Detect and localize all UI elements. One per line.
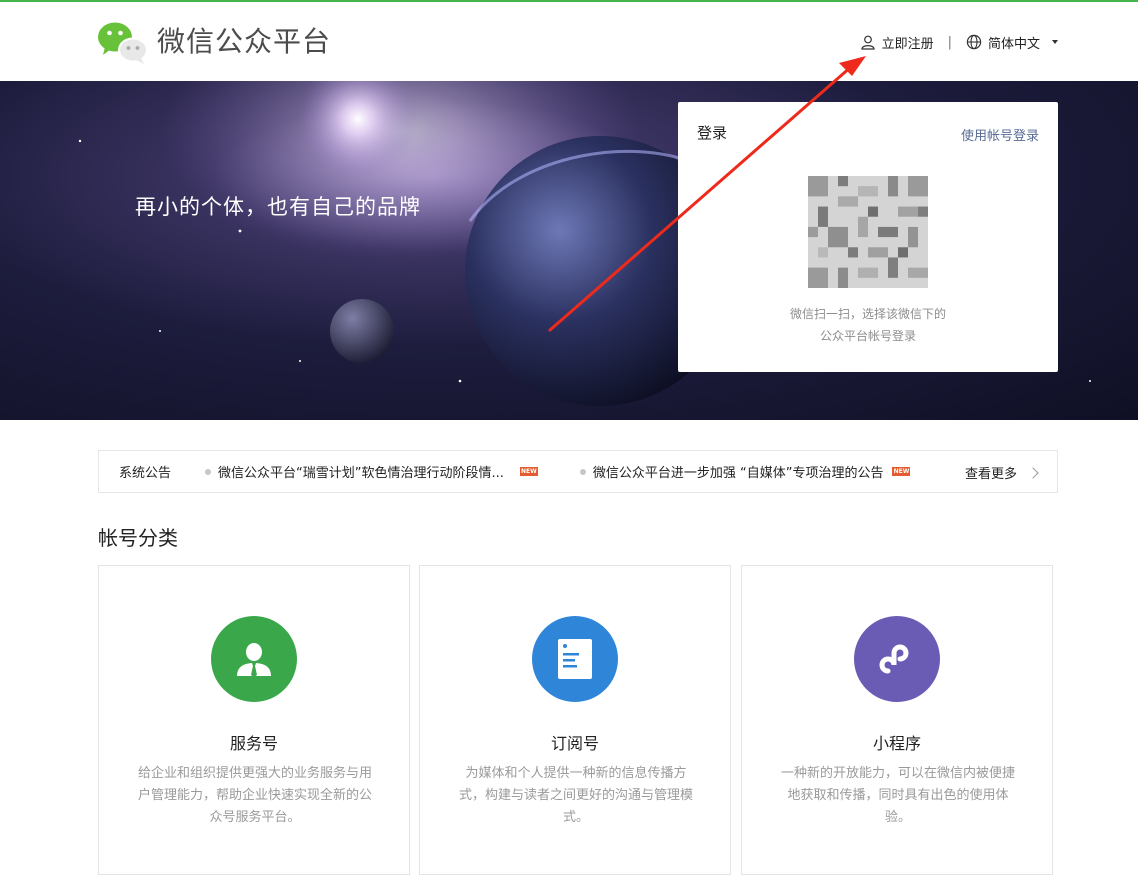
service-account-icon	[211, 616, 297, 702]
wechat-logo-icon	[98, 22, 148, 64]
globe-icon	[966, 34, 982, 50]
bullet-dot-icon	[579, 468, 586, 475]
view-more-label: 查看更多	[964, 467, 1017, 482]
new-badge: NEW	[519, 467, 538, 476]
qr-code[interactable]	[808, 176, 928, 288]
language-label: 简体中文	[987, 36, 1040, 52]
login-title: 登录	[697, 124, 728, 142]
login-panel: 登录 使用帐号登录 微信扫一扫，选择该微信下的 公众平台帐号登录	[678, 102, 1058, 372]
brand-title: 微信公众平台	[157, 25, 332, 58]
header: 微信公众平台 立即注册 | 简体中文	[0, 2, 1138, 81]
user-icon	[860, 35, 875, 50]
card-description: 给企业和组织提供更强大的业务服务与用户管理能力，帮助企业快速实现全新的公众号服务…	[137, 766, 372, 825]
notice-bar: 系统公告 微信公众平台“瑞雪计划”软色情治理行动阶段情... NEW 微信公众平…	[98, 450, 1058, 493]
section-title: 帐号分类	[98, 526, 178, 550]
register-label: 立即注册	[881, 36, 934, 52]
qr-tip-line1: 微信扫一扫，选择该微信下的	[789, 307, 946, 321]
nav-separator: |	[947, 34, 952, 50]
caret-down-icon	[1052, 40, 1058, 44]
notice-item[interactable]: 微信公众平台进一步加强 “自媒体”专项治理的公告 NEW	[579, 462, 911, 481]
card-description: 为媒体和个人提供一种新的信息传播方式，构建与读者之间更好的沟通与管理模式。	[458, 766, 693, 825]
notice-text: 微信公众平台进一步加强 “自媒体”专项治理的公告	[592, 466, 884, 481]
qr-instructions: 微信扫一扫，选择该微信下的 公众平台帐号登录	[678, 303, 1058, 347]
category-card-miniprogram[interactable]: 小程序 一种新的开放能力，可以在微信内被便捷地获取和传播，同时具有出色的使用体验…	[741, 565, 1053, 875]
qr-tip-line2: 公众平台帐号登录	[819, 329, 916, 343]
view-more-link[interactable]: 查看更多	[964, 463, 1039, 482]
banner-slogan: 再小的个体，也有自己的品牌	[135, 195, 421, 219]
card-description: 一种新的开放能力，可以在微信内被便捷地获取和传播，同时具有出色的使用体验。	[780, 766, 1015, 825]
account-login-link[interactable]: 使用帐号登录	[961, 125, 1039, 144]
language-selector[interactable]: 简体中文	[966, 33, 1058, 52]
notice-text: 微信公众平台“瑞雪计划”软色情治理行动阶段情...	[218, 466, 504, 481]
card-title: 服务号	[229, 734, 278, 753]
category-card-subscription[interactable]: 订阅号 为媒体和个人提供一种新的信息传播方式，构建与读者之间更好的沟通与管理模式…	[419, 565, 731, 875]
register-link[interactable]: 立即注册	[860, 33, 934, 52]
header-nav: 立即注册 | 简体中文	[860, 30, 1058, 54]
category-card-service[interactable]: 服务号 给企业和组织提供更强大的业务服务与用户管理能力，帮助企业快速实现全新的公…	[98, 565, 410, 875]
bullet-dot-icon	[205, 468, 211, 475]
new-badge: NEW	[892, 467, 911, 476]
chevron-right-icon	[1027, 466, 1039, 479]
card-title: 订阅号	[550, 734, 599, 753]
subscription-account-icon	[532, 616, 618, 702]
card-title: 小程序	[872, 734, 921, 753]
notice-item[interactable]: 微信公众平台“瑞雪计划”软色情治理行动阶段情... NEW	[205, 462, 538, 481]
notice-label: 系统公告	[119, 466, 172, 481]
mini-program-icon	[854, 616, 940, 702]
